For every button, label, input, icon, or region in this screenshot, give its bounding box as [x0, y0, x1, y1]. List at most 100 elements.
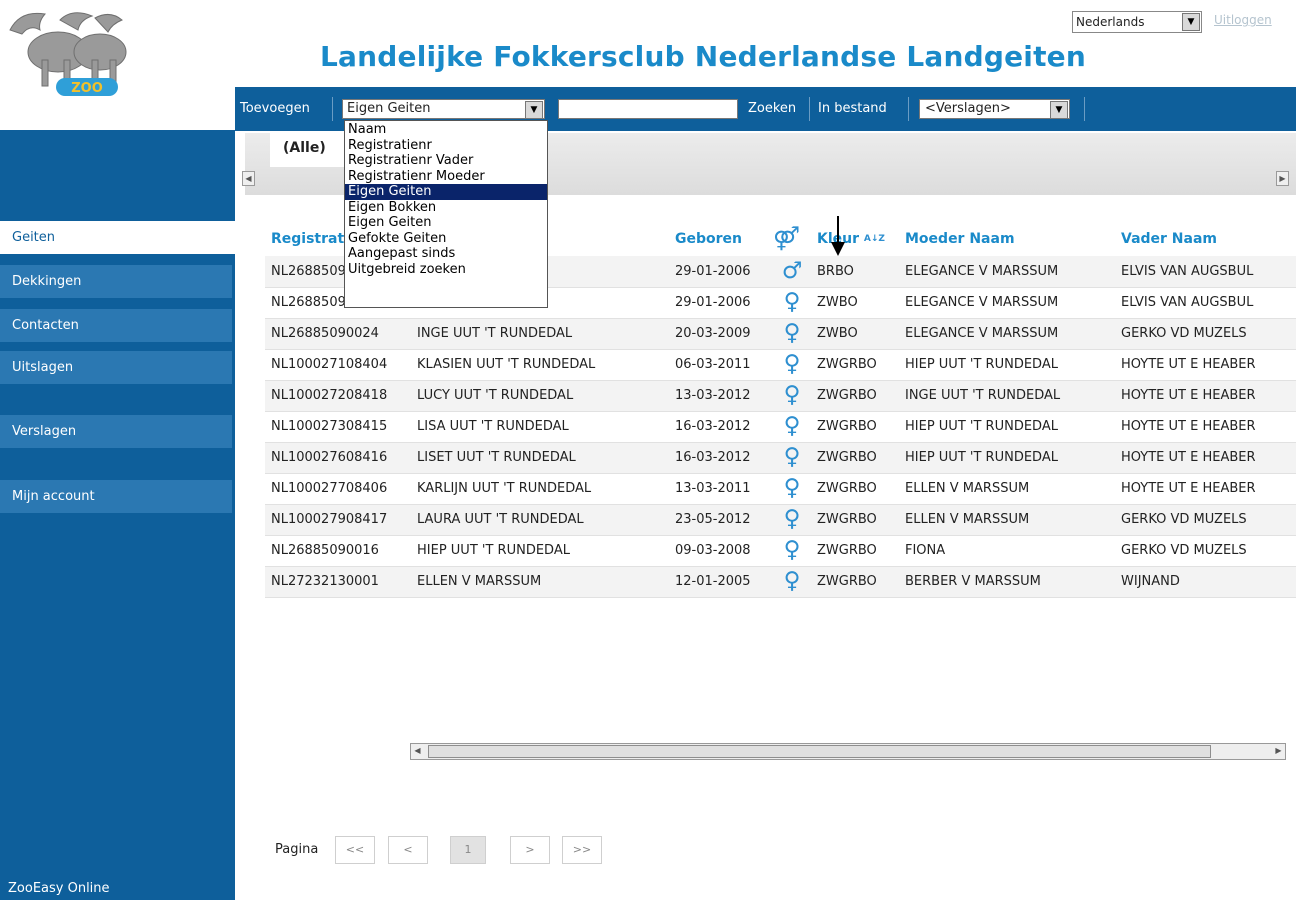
dropdown-option[interactable]: Naam [345, 122, 547, 138]
cell-color: ZWGRBO [811, 411, 899, 443]
tab-all[interactable]: (Alle) [270, 133, 350, 167]
cell-born: 29-01-2006 [669, 287, 773, 319]
zooeasy-logo: ZOO [0, 0, 235, 130]
cell-name: LISA UUT 'T RUNDEDAL [411, 411, 669, 443]
dropdown-option[interactable]: Uitgebreid zoeken [345, 262, 547, 278]
logout-link[interactable]: Uitloggen [1214, 13, 1272, 27]
toolbar-divider [1084, 97, 1085, 121]
cell-born: 09-03-2008 [669, 535, 773, 567]
dropdown-option[interactable]: Aangepast sinds [345, 246, 547, 262]
next-page-button[interactable]: > [510, 836, 550, 864]
cell-color: ZWGRBO [811, 566, 899, 598]
sort-az-icon[interactable]: A↓Z [864, 234, 885, 244]
table-row[interactable]: NL26885090024 INGE UUT 'T RUNDEDAL 20-03-2… [265, 318, 1296, 350]
cell-reg: NL27232130001 [265, 566, 411, 598]
sidebar-item-uitslagen[interactable]: Uitslagen [0, 351, 232, 385]
female-icon: ♀ [783, 351, 801, 377]
table-row[interactable]: NL100027608416 LISET UUT 'T RUNDEDAL 16-03… [265, 442, 1296, 474]
chevron-down-icon[interactable]: ▼ [1182, 13, 1200, 31]
cell-father: HOYTE UT E HEABER [1115, 473, 1296, 505]
cell-name: HIEP UUT 'T RUNDEDAL [411, 535, 669, 567]
dropdown-option[interactable]: Eigen Geiten [345, 215, 547, 231]
sidebar-item-verslagen[interactable]: Verslagen [0, 415, 232, 449]
cell-born: 12-01-2005 [669, 566, 773, 598]
column-header-kleur[interactable]: Kleur A↓Z [811, 222, 899, 256]
cell-mother: ELLEN V MARSSUM [899, 473, 1115, 505]
cell-name: INGE UUT 'T RUNDEDAL [411, 318, 669, 350]
cell-reg: NL100027208418 [265, 380, 411, 412]
table-row[interactable]: NL100027108404 KLASIEN UUT 'T RUNDEDAL 06-… [265, 349, 1296, 381]
table-row[interactable]: NL27232130001 ELLEN V MARSSUM 12-01-2005 ♀ Z… [265, 566, 1296, 598]
table-row[interactable]: NL26885090016 HIEP UUT 'T RUNDEDAL 09-03-2… [265, 535, 1296, 567]
footer-app-name: ZooEasy Online [8, 881, 110, 896]
cell-gender: ♀ [773, 349, 811, 381]
table-row[interactable]: NL100027308415 LISA UUT 'T RUNDEDAL 16-03-… [265, 411, 1296, 443]
search-input[interactable] [558, 99, 738, 119]
cell-father: ELVIS VAN AUGSBUL [1115, 256, 1296, 288]
cell-gender: ♀ [773, 504, 811, 536]
dropdown-option[interactable]: Registratienr [345, 138, 547, 154]
cell-born: 13-03-2012 [669, 380, 773, 412]
cell-father: HOYTE UT E HEABER [1115, 411, 1296, 443]
column-header-moeder-naam[interactable]: Moeder Naam [899, 222, 1115, 256]
cell-reg: NL26885090024 [265, 318, 411, 350]
reports-select[interactable]: <Verslagen> ▼ [919, 99, 1070, 119]
cell-mother: HIEP UUT 'T RUNDEDAL [899, 349, 1115, 381]
cell-reg: NL100027908417 [265, 504, 411, 536]
table-row[interactable]: NL100027908417 LAURA UUT 'T RUNDEDAL 23-05… [265, 504, 1296, 536]
dropdown-option[interactable]: Registratienr Vader [345, 153, 547, 169]
cell-name: LISET UUT 'T RUNDEDAL [411, 442, 669, 474]
cell-color: BRBO [811, 256, 899, 288]
in-file-button[interactable]: In bestand [818, 87, 887, 131]
chevron-down-icon[interactable]: ▼ [525, 101, 543, 119]
chevron-down-icon[interactable]: ▼ [1050, 101, 1068, 119]
page-title: Landelijke Fokkersclub Nederlandse Landg… [320, 40, 1086, 73]
scroll-left-icon[interactable]: ◀ [242, 171, 255, 186]
dropdown-option[interactable]: Eigen Bokken [345, 200, 547, 216]
pagination-label: Pagina [275, 842, 319, 857]
search-button[interactable]: Zoeken [748, 87, 796, 131]
cell-color: ZWGRBO [811, 349, 899, 381]
dropdown-option[interactable]: Eigen Geiten [345, 184, 547, 200]
language-value: Nederlands [1076, 15, 1145, 29]
previous-page-button[interactable]: < [388, 836, 428, 864]
female-icon: ♀ [783, 475, 801, 501]
scroll-right-icon[interactable]: ▶ [1276, 171, 1289, 186]
cell-mother: ELEGANCE V MARSSUM [899, 256, 1115, 288]
first-page-button[interactable]: << [335, 836, 375, 864]
scroll-right-icon[interactable]: ▶ [1272, 744, 1285, 759]
cell-color: ZWGRBO [811, 504, 899, 536]
cell-gender: ♀ [773, 535, 811, 567]
scroll-left-icon[interactable]: ◀ [411, 744, 424, 759]
female-icon: ♀ [783, 289, 801, 315]
cell-gender: ♀ [773, 473, 811, 505]
cell-mother: FIONA [899, 535, 1115, 567]
male-icon: ♂ [781, 257, 803, 284]
table-row[interactable]: NL100027708406 KARLIJN UUT 'T RUNDEDAL 13-… [265, 473, 1296, 505]
down-arrow-annotation-icon [831, 216, 845, 256]
gender-icon: ⚤ [773, 225, 801, 252]
horizontal-scrollbar[interactable]: ◀ ▶ [410, 743, 1286, 760]
toolbar-divider [809, 97, 810, 121]
sidebar-item-geiten[interactable]: Geiten [0, 221, 235, 255]
language-select[interactable]: Nederlands ▼ [1072, 11, 1202, 33]
sidebar-item-dekkingen[interactable]: Dekkingen [0, 265, 232, 299]
scrollbar-thumb[interactable] [428, 745, 1211, 758]
cell-mother: ELLEN V MARSSUM [899, 504, 1115, 536]
dropdown-option[interactable]: Gefokte Geiten [345, 231, 547, 247]
dropdown-option[interactable]: Registratienr Moeder [345, 169, 547, 185]
table-row[interactable]: NL100027208418 LUCY UUT 'T RUNDEDAL 13-03-… [265, 380, 1296, 412]
column-header-geboren[interactable]: Geboren [669, 222, 773, 256]
sidebar-item-mijn-account[interactable]: Mijn account [0, 480, 232, 514]
search-type-select[interactable]: Eigen Geiten ▼ [342, 99, 545, 119]
cell-color: ZWBO [811, 318, 899, 350]
current-page-button[interactable]: 1 [450, 836, 486, 864]
last-page-button[interactable]: >> [562, 836, 602, 864]
female-icon: ♀ [783, 537, 801, 563]
sidebar-item-contacten[interactable]: Contacten [0, 309, 232, 343]
column-header-vader-naam[interactable]: Vader Naam [1115, 222, 1296, 256]
add-button[interactable]: Toevoegen [240, 87, 310, 131]
cell-born: 20-03-2009 [669, 318, 773, 350]
column-header-gender[interactable]: ⚤ [773, 222, 811, 256]
cell-color: ZWGRBO [811, 442, 899, 474]
